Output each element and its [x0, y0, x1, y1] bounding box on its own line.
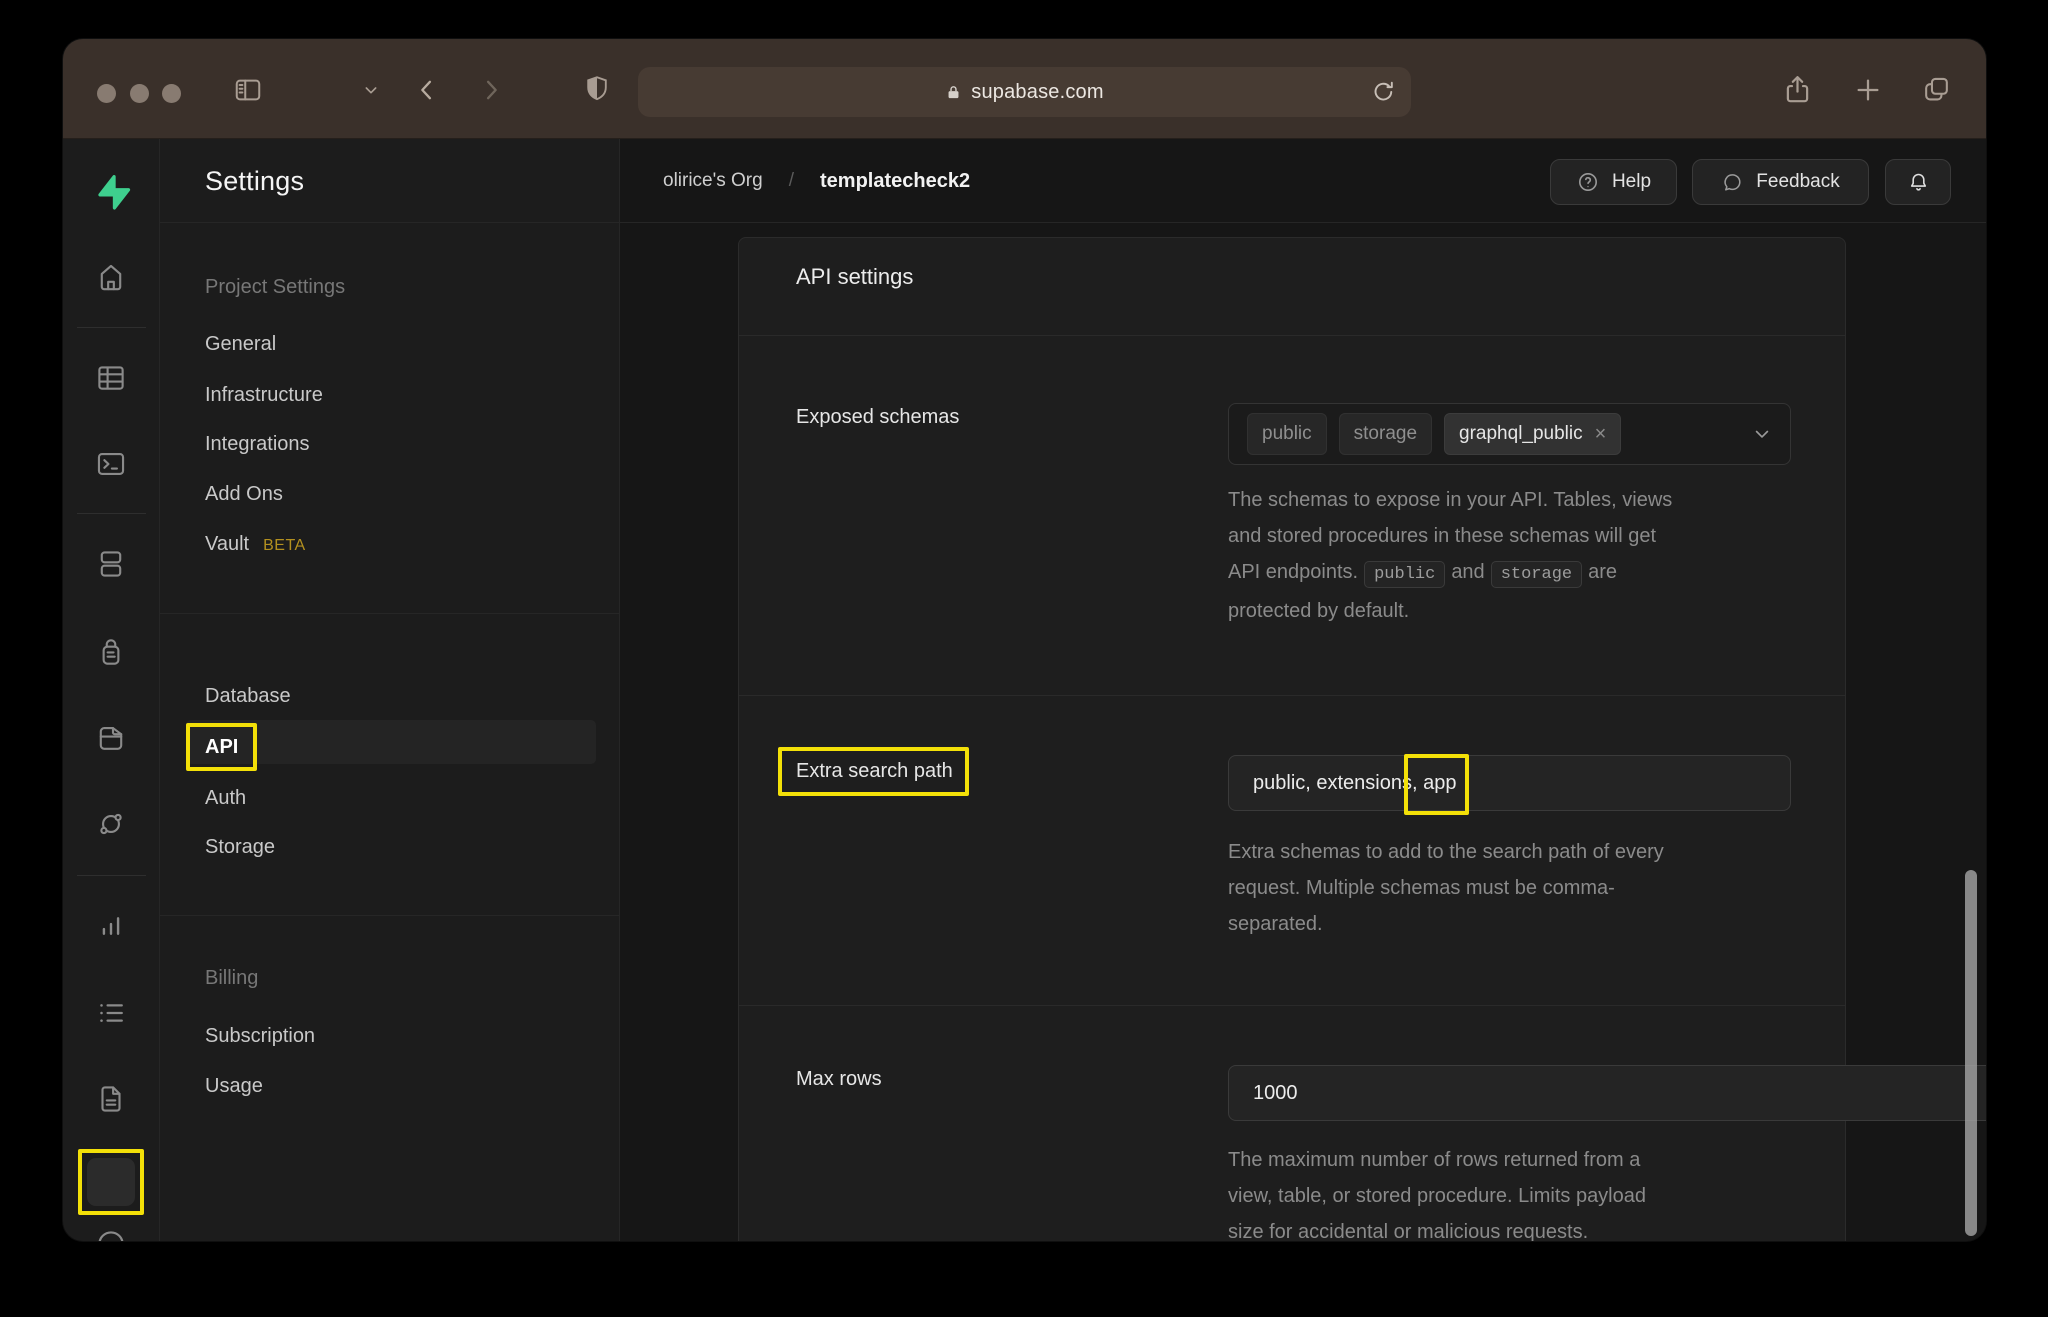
rail-divider — [77, 327, 146, 328]
nav-item-general[interactable]: General — [205, 329, 276, 359]
authentication-icon[interactable] — [94, 636, 128, 670]
traffic-light-minimize-button[interactable] — [130, 84, 149, 103]
settings-nav-header: Settings — [160, 139, 619, 223]
back-button[interactable] — [413, 76, 441, 104]
traffic-light-zoom-button[interactable] — [162, 84, 181, 103]
nav-item-auth[interactable]: Auth — [205, 783, 246, 813]
new-tab-icon[interactable] — [1853, 75, 1883, 105]
breadcrumb-project[interactable]: templatecheck2 — [820, 170, 970, 193]
api-settings-card: API settings Exposed schemas public stor… — [738, 237, 1846, 1241]
browser-window: supabase.com — [63, 39, 1986, 1241]
forward-button[interactable] — [477, 76, 505, 104]
nav-item-subscription[interactable]: Subscription — [205, 1021, 315, 1051]
nav-item-integrations[interactable]: Integrations — [205, 429, 310, 459]
logs-icon[interactable] — [94, 996, 128, 1030]
max-rows-label: Max rows — [796, 1068, 882, 1091]
schema-tag-public[interactable]: public — [1247, 413, 1327, 455]
bell-icon — [1906, 170, 1931, 195]
storage-icon[interactable] — [94, 721, 128, 755]
rail-divider — [77, 513, 146, 514]
inline-code-storage: storage — [1491, 561, 1582, 588]
nav-item-infrastructure[interactable]: Infrastructure — [205, 380, 323, 410]
refresh-button[interactable] — [1370, 78, 1397, 105]
extra-search-path-input[interactable]: public, extensions, app — [1228, 755, 1791, 811]
nav-item-api[interactable]: API — [205, 732, 238, 762]
max-rows-input[interactable] — [1228, 1065, 1986, 1121]
browser-toolbar: supabase.com — [63, 39, 1986, 139]
main-header: olirice's Org / templatecheck2 Help Feed… — [620, 139, 1986, 223]
exposed-schemas-label: Exposed schemas — [796, 406, 959, 429]
nav-item-database[interactable]: Database — [205, 681, 291, 711]
edge-functions-icon[interactable] — [94, 807, 128, 841]
table-editor-icon[interactable] — [94, 361, 128, 395]
beta-badge: BETA — [263, 537, 306, 554]
max-rows-description: The maximum number of rows returned from… — [1228, 1142, 1646, 1241]
sidebar-dropdown-chevron-icon[interactable] — [363, 82, 379, 98]
inline-code-public: public — [1364, 561, 1445, 588]
scrollbar-thumb[interactable] — [1965, 870, 1977, 1236]
nav-group-label-project-settings: Project Settings — [205, 272, 345, 302]
exposed-schemas-description: The schemas to expose in your API. Table… — [1228, 482, 1672, 629]
help-circle-icon — [1576, 170, 1600, 194]
card-divider — [739, 335, 1845, 336]
schema-tag-storage[interactable]: storage — [1339, 413, 1432, 455]
icon-rail — [63, 139, 160, 1241]
share-icon[interactable] — [1781, 73, 1814, 106]
docs-icon[interactable] — [94, 1082, 128, 1116]
screenshot-root: supabase.com — [0, 0, 2048, 1317]
schema-tag-graphql-public[interactable]: graphql_public × — [1444, 413, 1621, 455]
address-bar[interactable]: supabase.com — [638, 67, 1411, 117]
nav-item-vault[interactable]: VaultBETA — [205, 529, 306, 559]
settings-active-highlight — [87, 1158, 135, 1206]
lock-icon — [945, 84, 962, 101]
rail-divider — [77, 875, 146, 876]
nav-group-label-billing: Billing — [205, 963, 258, 993]
sql-editor-icon[interactable] — [94, 447, 128, 481]
sidebar-toggle-icon[interactable] — [233, 75, 263, 105]
chat-bubble-icon — [1721, 171, 1744, 194]
nav-item-storage[interactable]: Storage — [205, 832, 275, 862]
remove-tag-icon[interactable]: × — [1595, 423, 1607, 446]
card-title: API settings — [796, 264, 913, 290]
help-icon[interactable] — [94, 1227, 128, 1241]
notifications-button[interactable] — [1885, 159, 1951, 205]
nav-divider — [160, 613, 619, 614]
tab-overview-icon[interactable] — [1921, 74, 1952, 105]
privacy-shield-icon[interactable] — [581, 73, 613, 105]
main-content: olirice's Org / templatecheck2 Help Feed… — [620, 139, 1986, 1241]
breadcrumb-org[interactable]: olirice's Org — [663, 170, 763, 192]
help-button[interactable]: Help — [1550, 159, 1677, 205]
extra-search-path-label: Extra search path — [796, 760, 953, 783]
settings-nav-panel: Settings Project Settings General Infras… — [160, 139, 620, 1241]
extra-search-path-description: Extra schemas to add to the search path … — [1228, 834, 1664, 942]
nav-item-add-ons[interactable]: Add Ons — [205, 479, 283, 509]
page-title: Settings — [205, 166, 304, 197]
home-icon[interactable] — [94, 260, 128, 294]
breadcrumb-separator: / — [789, 170, 794, 192]
chevron-down-icon[interactable] — [1752, 424, 1772, 444]
card-divider — [739, 695, 1845, 696]
reports-icon[interactable] — [94, 909, 128, 943]
card-divider — [739, 1005, 1845, 1006]
database-icon[interactable] — [94, 547, 128, 581]
feedback-button[interactable]: Feedback — [1692, 159, 1869, 205]
nav-divider — [160, 915, 619, 916]
nav-active-row-highlight — [186, 720, 596, 764]
traffic-light-close-button[interactable] — [97, 84, 116, 103]
nav-item-usage[interactable]: Usage — [205, 1071, 263, 1101]
exposed-schemas-select[interactable]: public storage graphql_public × — [1228, 403, 1791, 465]
supabase-logo[interactable] — [91, 172, 131, 212]
breadcrumb: olirice's Org / templatecheck2 — [663, 139, 970, 223]
url-text: supabase.com — [971, 81, 1103, 104]
highlighted-input-text: , app — [1412, 772, 1456, 795]
